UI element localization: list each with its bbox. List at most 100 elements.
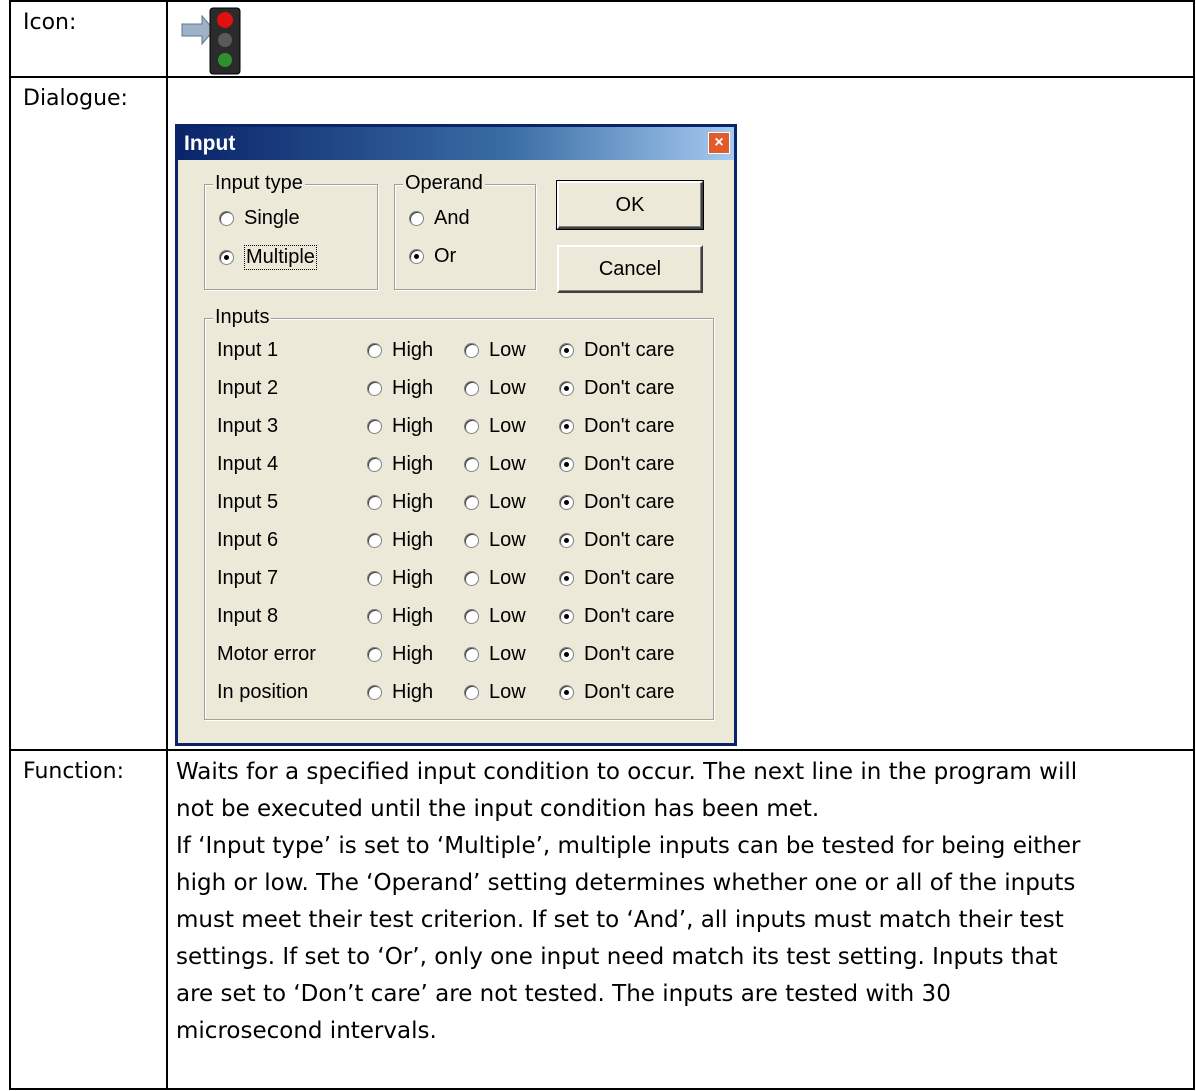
- option-label-high: High: [392, 567, 434, 589]
- option-label-high: High: [392, 529, 434, 551]
- input-7-low-radio[interactable]: Low: [464, 567, 526, 590]
- input-8-dont-care-radio[interactable]: Don't care: [559, 605, 675, 628]
- cancel-button[interactable]: Cancel: [557, 245, 703, 293]
- close-icon[interactable]: ×: [708, 132, 730, 154]
- input-8-high-radio[interactable]: High: [367, 605, 433, 628]
- input-10-low-radio[interactable]: Low: [464, 681, 526, 704]
- input-1-high-radio[interactable]: High: [367, 339, 433, 362]
- option-label-dont-care: Don't care: [584, 377, 675, 399]
- radio-icon: [367, 457, 382, 472]
- input-type-multiple-label: Multiple: [244, 245, 317, 270]
- radio-icon: [367, 381, 382, 396]
- input-type-multiple-radio[interactable]: Multiple: [219, 245, 317, 270]
- icon-cell: [166, 0, 1195, 78]
- input-2-low-radio[interactable]: Low: [464, 377, 526, 400]
- radio-icon: [464, 343, 479, 358]
- input-6-high-radio[interactable]: High: [367, 529, 433, 552]
- input-type-group-title: Input type: [213, 172, 305, 195]
- input-5-high-radio[interactable]: High: [367, 491, 433, 514]
- radio-icon: [464, 609, 479, 624]
- inputs-group-title: Inputs: [213, 306, 272, 329]
- option-label-high: High: [392, 339, 434, 361]
- inputs-group: Inputs Input 1 High Low Don't care Input 2 Hi…: [204, 306, 714, 720]
- operand-or-label: Or: [434, 245, 457, 267]
- option-label-low: Low: [489, 377, 526, 399]
- radio-selected-icon: [559, 495, 574, 510]
- input-5-dont-care-radio[interactable]: Don't care: [559, 491, 675, 514]
- input-4-high-radio[interactable]: High: [367, 453, 433, 476]
- input-10-dont-care-radio[interactable]: Don't care: [559, 681, 675, 704]
- option-label-dont-care: Don't care: [584, 453, 675, 475]
- input-10-high-radio[interactable]: High: [367, 681, 433, 704]
- radio-icon: [367, 571, 382, 586]
- function-line: are set to ‘Don’t care’ are not tested. …: [176, 981, 951, 1007]
- option-label-low: Low: [489, 491, 526, 513]
- input-8-low-radio[interactable]: Low: [464, 605, 526, 628]
- option-label-dont-care: Don't care: [584, 681, 675, 703]
- input-7-dont-care-radio[interactable]: Don't care: [559, 567, 675, 590]
- input-2-high-radio[interactable]: High: [367, 377, 433, 400]
- option-label-low: Low: [489, 681, 526, 703]
- function-line: If ‘Input type’ is set to ‘Multiple’, mu…: [176, 833, 1081, 859]
- input-3-low-radio[interactable]: Low: [464, 415, 526, 438]
- input-4-dont-care-radio[interactable]: Don't care: [559, 453, 675, 476]
- radio-selected-icon: [559, 381, 574, 396]
- operand-or-radio[interactable]: Or: [409, 245, 456, 268]
- input-type-single-label: Single: [244, 207, 300, 229]
- function-line: microsecond intervals.: [176, 1018, 437, 1044]
- function-row-label: Function:: [9, 749, 168, 1090]
- option-label-high: High: [392, 643, 434, 665]
- operand-and-radio[interactable]: And: [409, 207, 470, 230]
- ok-button[interactable]: OK: [556, 180, 704, 230]
- input-7-high-radio[interactable]: High: [367, 567, 433, 590]
- input-6-dont-care-radio[interactable]: Don't care: [559, 529, 675, 552]
- input-1-dont-care-radio[interactable]: Don't care: [559, 339, 675, 362]
- input-row-label: Input 3: [217, 415, 279, 437]
- radio-selected-icon: [559, 647, 574, 662]
- radio-icon: [367, 647, 382, 662]
- radio-icon: [367, 419, 382, 434]
- option-label-dont-care: Don't care: [584, 491, 675, 513]
- option-label-high: High: [392, 415, 434, 437]
- input-row-label: Input 2: [217, 377, 279, 399]
- input-row-label: Input 7: [217, 567, 279, 589]
- function-description: Waits for a specified input condition to…: [166, 749, 1195, 1090]
- input-1-low-radio[interactable]: Low: [464, 339, 526, 362]
- option-label-dont-care: Don't care: [584, 415, 675, 437]
- input-9-high-radio[interactable]: High: [367, 643, 433, 666]
- option-label-dont-care: Don't care: [584, 567, 675, 589]
- input-row-label: Input 6: [217, 529, 279, 551]
- input-6-low-radio[interactable]: Low: [464, 529, 526, 552]
- radio-icon: [464, 647, 479, 662]
- option-label-dont-care: Don't care: [584, 529, 675, 551]
- input-3-dont-care-radio[interactable]: Don't care: [559, 415, 675, 438]
- radio-icon: [367, 533, 382, 548]
- input-4-low-radio[interactable]: Low: [464, 453, 526, 476]
- function-line: settings. If set to ‘Or’, only one input…: [176, 944, 1058, 970]
- function-line: high or low. The ‘Operand’ setting deter…: [176, 870, 1076, 896]
- input-row-label: Input 8: [217, 605, 279, 627]
- input-5-low-radio[interactable]: Low: [464, 491, 526, 514]
- radio-icon: [367, 495, 382, 510]
- input-dialog: Input × Input type Single Multiple Opera…: [175, 124, 737, 746]
- input-2-dont-care-radio[interactable]: Don't care: [559, 377, 675, 400]
- traffic-light-icon: [181, 7, 241, 75]
- input-row-label: Input 4: [217, 453, 279, 475]
- option-label-low: Low: [489, 415, 526, 437]
- radio-icon: [219, 211, 234, 226]
- input-3-high-radio[interactable]: High: [367, 415, 433, 438]
- input-9-dont-care-radio[interactable]: Don't care: [559, 643, 675, 666]
- function-line: Waits for a specified input condition to…: [176, 759, 1078, 785]
- radio-selected-icon: [559, 571, 574, 586]
- dialog-title: Input: [184, 132, 236, 155]
- option-label-high: High: [392, 453, 434, 475]
- input-9-low-radio[interactable]: Low: [464, 643, 526, 666]
- operand-and-label: And: [434, 207, 470, 229]
- radio-icon: [409, 211, 424, 226]
- input-row-label: Input 5: [217, 491, 279, 513]
- dialog-titlebar[interactable]: Input ×: [178, 127, 734, 160]
- radio-selected-icon: [219, 250, 234, 265]
- input-type-single-radio[interactable]: Single: [219, 207, 300, 230]
- input-row-label: Input 1: [217, 339, 279, 361]
- radio-icon: [367, 609, 382, 624]
